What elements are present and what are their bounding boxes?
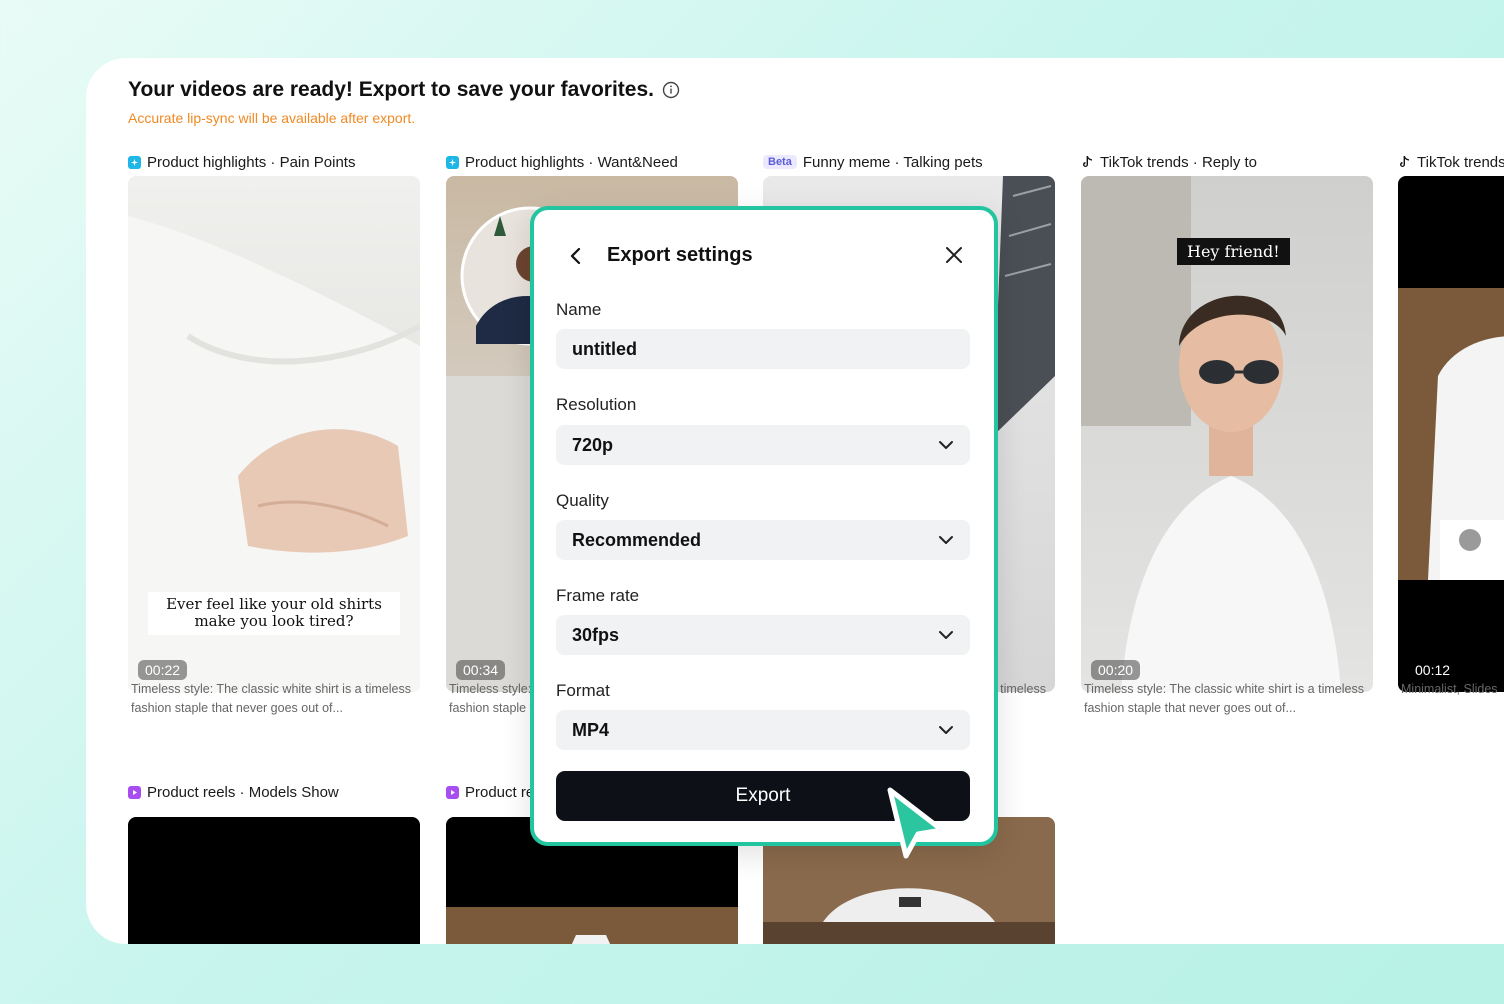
video-card[interactable]: Product highlights · Pain Points Ever fe… xyxy=(128,152,420,772)
card-header: Product highlights · Pain Points xyxy=(128,152,355,172)
format-value: MP4 xyxy=(572,719,610,740)
video-thumbnail[interactable]: Hey friend! 00:20 xyxy=(1081,176,1373,692)
framerate-value: 30fps xyxy=(572,624,620,645)
export-settings-modal: Export settings Name Resolution 720p Qua… xyxy=(530,206,998,846)
resolution-label: Resolution xyxy=(556,395,637,414)
page-title: Your videos are ready! Export to save yo… xyxy=(128,78,654,101)
video-card[interactable]: TikTok trends · Reply to 00:12 Minimalis… xyxy=(1398,152,1504,772)
video-description: Timeless style: The classic white shirt … xyxy=(131,682,411,715)
card-header: TikTok trends · Reply to xyxy=(1081,152,1257,172)
card-header: Beta Funny meme · Talking pets xyxy=(763,152,983,172)
format-label: Format xyxy=(556,681,610,700)
resolution-value: 720p xyxy=(572,434,614,455)
video-thumbnail[interactable]: 00:12 xyxy=(1398,176,1504,692)
info-icon[interactable] xyxy=(662,81,680,99)
reels-icon xyxy=(446,785,459,799)
quality-select[interactable]: Recommended xyxy=(556,520,970,560)
video-thumbnail[interactable] xyxy=(128,817,420,944)
chevron-down-icon xyxy=(938,440,954,450)
chevron-down-icon xyxy=(938,725,954,735)
video-card[interactable]: Product reels · Models Show xyxy=(128,782,420,944)
tiktok-icon xyxy=(1081,156,1094,169)
video-caption: Hey friend! xyxy=(1177,238,1290,265)
card-label: Product highlights · Pain Points xyxy=(147,153,356,171)
highlight-icon xyxy=(128,155,141,169)
pointer-cursor-icon xyxy=(887,787,945,859)
quality-value: Recommended xyxy=(572,529,702,550)
video-card[interactable]: TikTok trends · Reply to Hey friend! 00:… xyxy=(1081,152,1373,772)
beta-badge: Beta xyxy=(763,155,797,169)
reels-icon xyxy=(128,785,141,799)
video-description: Timeless style: The classic white shirt … xyxy=(1084,682,1364,715)
card-header: Product reels · Models Show xyxy=(128,782,339,802)
card-label: Product highlights · Want&Need xyxy=(465,153,678,171)
shirt-product-image xyxy=(1398,288,1504,580)
card-header: TikTok trends · Reply to xyxy=(1398,152,1504,172)
name-field[interactable] xyxy=(556,329,970,369)
video-caption: Ever feel like your old shirts make you … xyxy=(148,592,400,635)
duration-badge: 00:22 xyxy=(138,660,188,680)
format-select[interactable]: MP4 xyxy=(556,710,970,750)
lip-sync-note: Accurate lip-sync will be available afte… xyxy=(128,110,416,126)
duration-badge: 00:20 xyxy=(1091,660,1141,680)
chevron-down-icon xyxy=(938,630,954,640)
card-label: TikTok trends · Reply to xyxy=(1100,153,1257,171)
duration-badge: 00:12 xyxy=(1415,662,1451,678)
card-label: Funny meme · Talking pets xyxy=(802,153,983,171)
video-thumbnail[interactable]: Ever feel like your old shirts make you … xyxy=(128,176,420,692)
modal-title: Export settings xyxy=(607,244,753,266)
framerate-label: Frame rate xyxy=(556,586,640,605)
card-label: TikTok trends · Reply to xyxy=(1417,153,1504,171)
back-arrow-icon[interactable] xyxy=(564,244,588,268)
resolution-select[interactable]: 720p xyxy=(556,425,970,465)
video-description: Minimalist, Slides xyxy=(1401,682,1498,696)
framerate-select[interactable]: 30fps xyxy=(556,615,970,655)
quality-label: Quality xyxy=(556,491,609,510)
name-label: Name xyxy=(556,300,602,319)
duration-badge: 00:34 xyxy=(456,660,506,680)
close-icon[interactable] xyxy=(942,243,966,267)
highlight-icon xyxy=(446,155,459,169)
page-title-row: Your videos are ready! Export to save yo… xyxy=(128,78,680,102)
name-input[interactable] xyxy=(572,338,954,360)
tiktok-icon xyxy=(1398,156,1411,169)
card-label: Product reels · Models Show xyxy=(147,783,339,801)
card-header: Product highlights · Want&Need xyxy=(446,152,678,172)
chevron-down-icon xyxy=(938,535,954,545)
